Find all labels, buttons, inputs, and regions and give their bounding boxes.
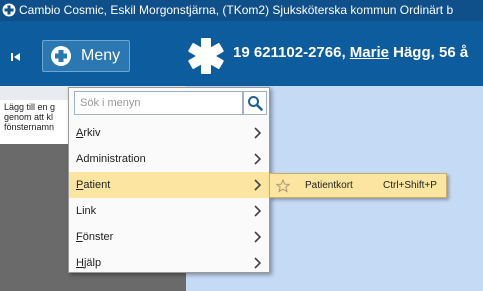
menu-item-arkiv[interactable]: Arkiv [69,120,269,146]
patient-name-rest: Hägg, 56 å [388,44,469,61]
menu-item-label: Hjälp [76,250,101,276]
search-icon [248,96,263,111]
menu-item-text: önster [82,231,114,243]
menu-item-f-nster[interactable]: Fönster [69,224,269,250]
menu-item-label: Link [76,198,96,224]
chevron-right-icon [254,179,262,191]
patient-info: 19 621102-2766, Marie Hägg, 56 å [233,42,468,64]
main-menu-dropdown: Sök i menyn Arkiv Administration Patient Li… [68,87,270,273]
menu-search-input[interactable]: Sök i menyn [74,91,243,115]
patient-id: 19 621102-2766, [233,44,350,61]
menu-item-accelerator: H [76,257,84,269]
window-title: Cambio Cosmic, Eskil Morgonstjärna, (TKo… [19,3,454,17]
menu-item-accelerator: F [76,231,83,243]
menu-item-link[interactable]: Link [69,198,269,224]
menu-item-text: Link [76,205,97,217]
menu-item-patient[interactable]: Patient [69,172,269,198]
menu-item-label: Fönster [76,224,113,250]
menu-item-text: jälp [83,257,102,269]
chevron-right-icon [254,257,262,269]
chevron-right-icon [254,153,262,165]
chevron-right-icon [254,231,262,243]
patient-first-name-link[interactable]: Marie [350,44,389,61]
plus-circle-icon [51,46,71,66]
menu-item-label: Arkiv [76,120,100,146]
menu-item-text: atient [83,179,111,191]
patient-submenu: Patientkort Ctrl+Shift+P [269,173,447,198]
chevron-right-icon [254,127,262,139]
medical-star-icon [188,38,224,74]
collapse-panel-icon[interactable] [10,51,22,63]
search-button[interactable] [243,91,267,115]
app-plus-icon [2,3,16,17]
menu-item-text: Administration [76,153,146,165]
submenu-item-patientkort[interactable]: Patientkort [305,174,353,197]
menu-button-label: Meny [81,47,121,64]
star-icon[interactable] [276,179,290,193]
menu-item-label: Administration [76,146,146,172]
menu-item-administration[interactable]: Administration [69,146,269,172]
menu-item-label: Patient [76,172,110,198]
header-bar: Meny 19 621102-2766, Marie Hägg, 56 å [0,21,483,86]
submenu-shortcut: Ctrl+Shift+P [383,180,437,191]
menu-item-text: rkiv [83,127,101,139]
chevron-right-icon [254,205,262,217]
menu-button[interactable]: Meny [42,40,130,72]
window-title-bar: Cambio Cosmic, Eskil Morgonstjärna, (TKo… [0,0,483,21]
menu-item-hj-lp[interactable]: Hjälp [69,250,269,276]
